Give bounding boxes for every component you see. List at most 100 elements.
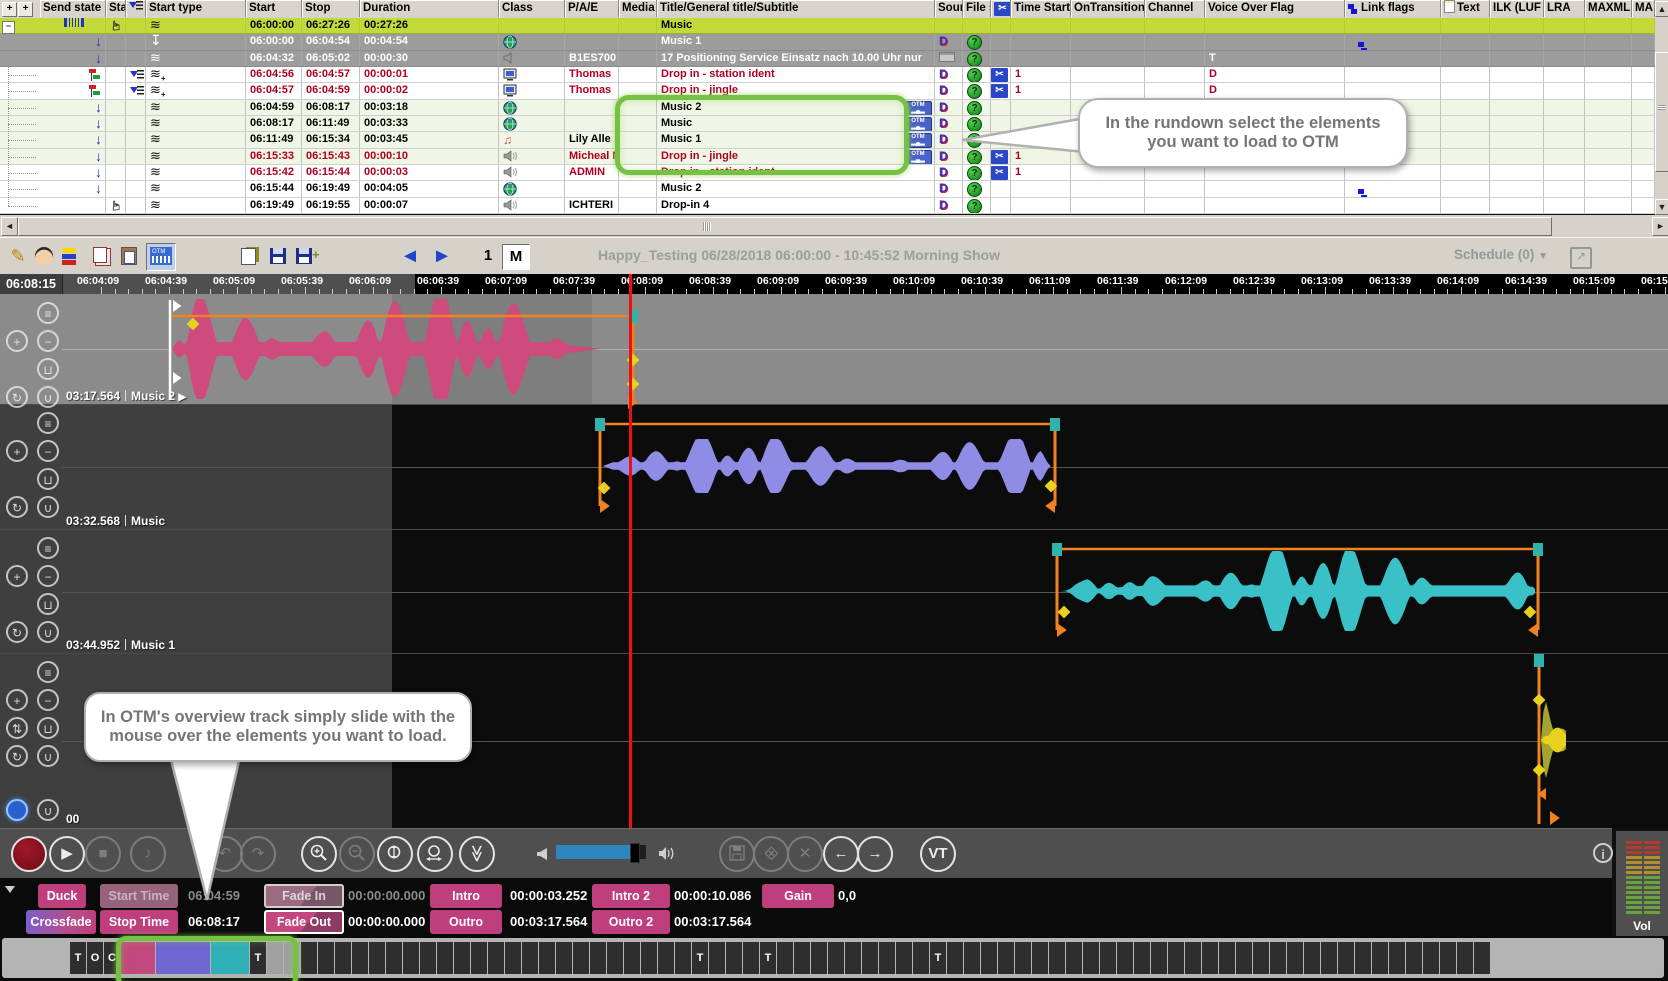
voice-track-button[interactable]: VT [920, 836, 956, 872]
column-header-maxml[interactable]: MAXML [1585, 0, 1632, 17]
overview-cell[interactable] [352, 942, 368, 974]
overview-cell[interactable] [607, 942, 623, 974]
otm-mode-button[interactable]: OTM [146, 243, 176, 271]
save-icon[interactable] [266, 244, 290, 268]
record-button[interactable] [11, 836, 47, 872]
overview-cell[interactable] [828, 942, 844, 974]
overview-cell[interactable] [947, 942, 963, 974]
mix-icon[interactable]: ≡ [37, 661, 59, 683]
rundown-row[interactable]: ≋+06:04:5606:04:5700:00:01ThomasDrop in … [0, 67, 1655, 83]
overview-cell[interactable] [1083, 942, 1099, 974]
expand-all-icon[interactable]: + [18, 2, 33, 17]
rundown-horizontal-scrollbar[interactable]: ◄ ► [0, 215, 1668, 237]
loop-button[interactable]: ↻ [6, 745, 28, 767]
overview-cell[interactable] [1457, 942, 1473, 974]
column-header-ontrans[interactable]: OnTransition [1071, 0, 1145, 17]
column-header-title[interactable]: Title/General title/Subtitle [657, 0, 935, 17]
overview-cell[interactable] [1151, 942, 1167, 974]
play-button[interactable]: ▶ [49, 836, 85, 872]
track-3[interactable] [0, 529, 1668, 654]
volume-slider[interactable] [556, 845, 646, 859]
mix-icon[interactable]: ≡ [37, 412, 59, 434]
scroll-left-icon[interactable]: ◄ [1, 217, 18, 236]
overview-cell[interactable] [658, 942, 674, 974]
overview-cell[interactable] [1372, 942, 1388, 974]
column-header-src[interactable]: Sour [935, 0, 963, 17]
monitor-toggle-button[interactable]: M [502, 244, 530, 270]
column-header-ts[interactable]: Time Start [1011, 0, 1071, 17]
overview-cell-O[interactable]: O [87, 942, 103, 974]
overview-cell[interactable] [1253, 942, 1269, 974]
zoom-in-button[interactable]: + [6, 689, 28, 711]
overview-cell-T[interactable]: T [760, 942, 776, 974]
overview-cell[interactable] [1338, 942, 1354, 974]
previous-hour-icon[interactable]: ◄ [398, 244, 422, 268]
hook-button[interactable]: ∪ [37, 621, 59, 643]
overview-cell[interactable] [454, 942, 470, 974]
mix-icon[interactable]: ≡ [37, 537, 59, 559]
overview-cell[interactable] [522, 942, 538, 974]
overview-cell-T[interactable]: T [70, 942, 86, 974]
overview-cell[interactable] [1321, 942, 1337, 974]
volume-thumb[interactable] [630, 843, 640, 863]
column-header-media[interactable]: Media [619, 0, 657, 17]
overview-target-button[interactable] [6, 799, 28, 821]
overview-cell[interactable] [488, 942, 504, 974]
overview-cell[interactable] [913, 942, 929, 974]
column-header-vo[interactable]: Voice Over Flag [1205, 0, 1345, 17]
outro-button[interactable]: Outro [430, 910, 502, 934]
crossfade-button[interactable]: Crossfade [26, 910, 96, 934]
operator-face-icon[interactable] [32, 244, 56, 268]
track-2[interactable] [0, 404, 1668, 530]
collapse-down-button[interactable]: ≫ [459, 836, 495, 872]
copy-icon[interactable] [90, 244, 114, 268]
gain-button[interactable]: Gain [762, 884, 834, 908]
speaker-icon[interactable] [658, 846, 675, 861]
overview-cell[interactable] [981, 942, 997, 974]
overview-cell[interactable] [862, 942, 878, 974]
delete-clip-button[interactable]: ⊔ [37, 593, 59, 615]
overview-cell[interactable] [556, 942, 572, 974]
zoom-out-button[interactable]: − [37, 440, 59, 462]
overview-cell[interactable] [335, 942, 351, 974]
chevron-down-icon[interactable]: ▼ [1538, 251, 1548, 262]
playhead-cursor[interactable] [629, 274, 632, 828]
column-header-channel[interactable]: Channel [1145, 0, 1205, 17]
overview-cell[interactable] [811, 942, 827, 974]
rundown-row[interactable]: ↓≋06:15:4406:19:4900:04:05Music 2D? [0, 181, 1655, 197]
column-header-ilk[interactable]: ILK (LUF [1490, 0, 1544, 17]
scroll-down-icon[interactable]: ▼ [1655, 199, 1668, 215]
hook-button[interactable]: ∪ [37, 799, 59, 821]
column-header-start[interactable]: Start [246, 0, 302, 17]
stop-time-button[interactable]: Stop Time [100, 910, 178, 934]
info-icon[interactable]: i [1593, 843, 1613, 863]
overview-cell[interactable] [386, 942, 402, 974]
rundown-row[interactable]: ↓≋06:04:3206:05:0200:00:30B1ES70017 Posi… [0, 51, 1655, 67]
timeline-ruler[interactable]: 06:08:15 06:04:0906:04:3906:05:0906:05:3… [0, 274, 1668, 294]
overview-cell[interactable] [1355, 942, 1371, 974]
go-next-button[interactable]: → [857, 836, 893, 872]
next-hour-icon[interactable]: ► [430, 244, 454, 268]
overview-cell[interactable] [1389, 942, 1405, 974]
delete-clip-button[interactable]: ⊔ [37, 717, 59, 739]
hook-button[interactable]: ∪ [37, 496, 59, 518]
expand-all-icon[interactable]: + [2, 2, 17, 17]
overview-cell[interactable] [403, 942, 419, 974]
play-handle-icon[interactable]: ▶ [178, 392, 186, 403]
intro-button[interactable]: Intro [430, 884, 502, 908]
zoom-out-button[interactable]: − [37, 565, 59, 587]
overview-cell[interactable] [471, 942, 487, 974]
overview-cell[interactable] [726, 942, 742, 974]
duck-button[interactable]: Duck [38, 884, 86, 908]
column-header-lra[interactable]: LRA [1544, 0, 1585, 17]
overview-cell[interactable] [675, 942, 691, 974]
zoom-in-button[interactable] [301, 836, 337, 872]
loop-button[interactable]: ↻ [6, 386, 28, 408]
open-external-icon[interactable]: ↗ [1570, 247, 1592, 269]
overview-cell[interactable] [590, 942, 606, 974]
overview-cell[interactable] [1134, 942, 1150, 974]
overview-cell[interactable] [573, 942, 589, 974]
overview-cell[interactable] [318, 942, 334, 974]
hook-button[interactable]: ∪ [37, 745, 59, 767]
overview-cell[interactable] [505, 942, 521, 974]
